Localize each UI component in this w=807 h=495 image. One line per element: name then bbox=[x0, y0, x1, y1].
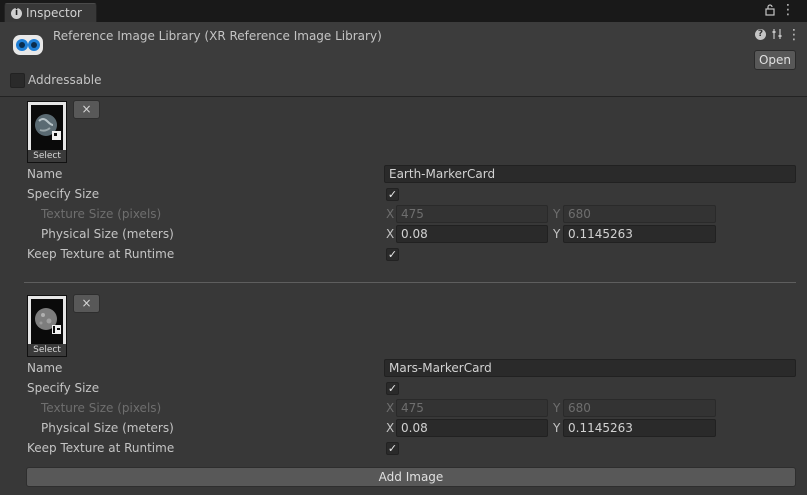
physical-width-field[interactable]: 0.08 bbox=[396, 225, 548, 243]
physical-height-field[interactable]: 0.1145263 bbox=[563, 225, 716, 243]
specify-size-checkbox[interactable]: ✓ bbox=[386, 382, 399, 395]
earth-marker-image bbox=[31, 105, 63, 151]
texture-width-field: 475 bbox=[396, 205, 548, 223]
thumbnail-select-label: Select bbox=[28, 344, 66, 356]
physical-y-axis-label: Y bbox=[553, 227, 561, 241]
keep-texture-label: Keep Texture at Runtime bbox=[27, 441, 175, 455]
add-image-button[interactable]: Add Image bbox=[26, 467, 796, 487]
xr-library-icon bbox=[13, 35, 43, 55]
physical-x-axis-label: X bbox=[386, 421, 395, 435]
tab-label: Inspector bbox=[26, 6, 82, 20]
name-field[interactable]: Earth-MarkerCard bbox=[384, 165, 796, 183]
texture-y-axis-label: Y bbox=[553, 401, 561, 415]
lock-icon[interactable] bbox=[763, 3, 777, 17]
keep-texture-checkbox[interactable]: ✓ bbox=[386, 442, 399, 455]
physical-size-label: Physical Size (meters) bbox=[41, 421, 174, 435]
inspector-header: Reference Image Library (XR Reference Im… bbox=[0, 22, 807, 97]
tab-inspector[interactable]: i Inspector bbox=[4, 3, 97, 22]
texture-size-label: Texture Size (pixels) bbox=[41, 401, 162, 415]
name-label: Name bbox=[27, 167, 63, 181]
physical-x-axis-label: X bbox=[386, 227, 395, 241]
texture-height-field: 680 bbox=[563, 205, 716, 223]
entry-divider bbox=[24, 282, 796, 283]
texture-thumbnail[interactable]: Select bbox=[27, 295, 67, 357]
physical-y-axis-label: Y bbox=[553, 421, 561, 435]
name-field[interactable]: Mars-MarkerCard bbox=[384, 359, 796, 377]
specify-size-label: Specify Size bbox=[27, 187, 100, 201]
help-icon[interactable]: ? bbox=[755, 29, 766, 40]
tab-menu-icon[interactable]: ⋮ bbox=[781, 3, 795, 17]
remove-image-button[interactable]: × bbox=[73, 100, 100, 119]
presets-icon[interactable] bbox=[771, 28, 783, 40]
thumbnail-select-label: Select bbox=[28, 150, 66, 162]
info-icon: i bbox=[11, 8, 22, 19]
texture-y-axis-label: Y bbox=[553, 207, 561, 221]
component-menu-icon[interactable]: ⋮ bbox=[787, 28, 801, 42]
specify-size-label: Specify Size bbox=[27, 381, 100, 395]
physical-size-label: Physical Size (meters) bbox=[41, 227, 174, 241]
texture-size-label: Texture Size (pixels) bbox=[41, 207, 162, 221]
asset-title: Reference Image Library (XR Reference Im… bbox=[53, 29, 382, 43]
texture-width-field: 475 bbox=[396, 399, 548, 417]
texture-thumbnail[interactable]: Select bbox=[27, 101, 67, 163]
addressable-label: Addressable bbox=[28, 73, 102, 87]
texture-x-axis-label: X bbox=[386, 401, 395, 415]
mars-marker-image bbox=[31, 299, 63, 345]
specify-size-checkbox[interactable]: ✓ bbox=[386, 188, 399, 201]
keep-texture-label: Keep Texture at Runtime bbox=[27, 247, 175, 261]
physical-height-field[interactable]: 0.1145263 bbox=[563, 419, 716, 437]
texture-x-axis-label: X bbox=[386, 207, 395, 221]
keep-texture-checkbox[interactable]: ✓ bbox=[386, 248, 399, 261]
addressable-checkbox[interactable] bbox=[10, 73, 25, 88]
open-button[interactable]: Open bbox=[754, 50, 796, 70]
remove-image-button[interactable]: × bbox=[73, 294, 100, 313]
texture-height-field: 680 bbox=[563, 399, 716, 417]
physical-width-field[interactable]: 0.08 bbox=[396, 419, 548, 437]
name-label: Name bbox=[27, 361, 63, 375]
tab-strip: i Inspector ⋮ bbox=[0, 0, 807, 22]
